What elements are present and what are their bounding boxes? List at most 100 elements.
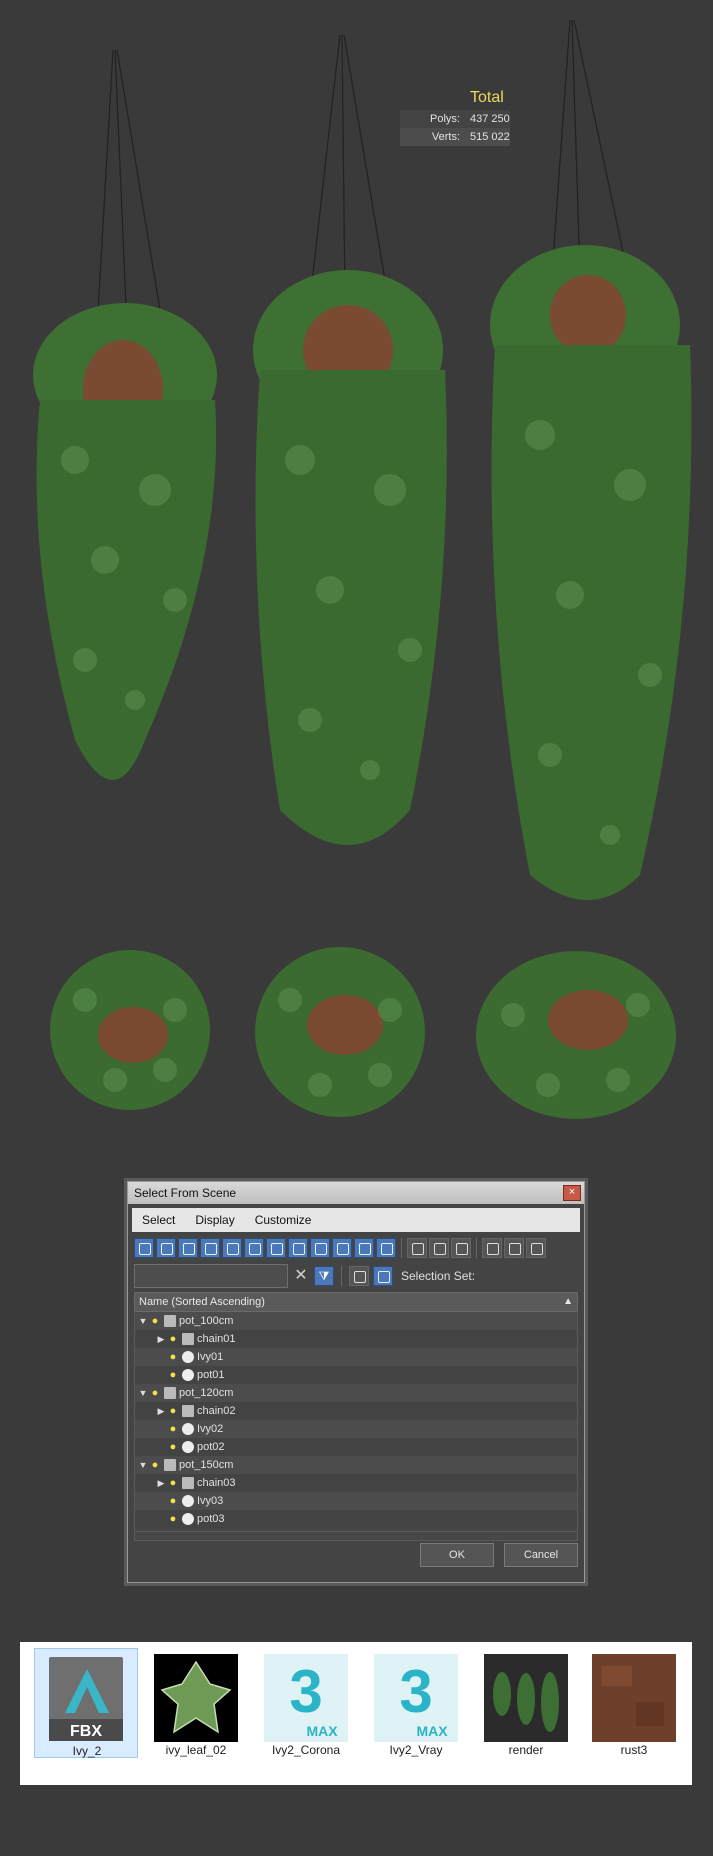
invert-display-icon[interactable] bbox=[451, 1238, 471, 1258]
display-geometry-icon[interactable] bbox=[134, 1238, 154, 1258]
group-icon bbox=[182, 1405, 194, 1417]
top-view-plant-150cm[interactable] bbox=[468, 945, 683, 1125]
clear-search-icon[interactable]: ✕ bbox=[292, 1266, 310, 1286]
menu-display[interactable]: Display bbox=[185, 1213, 244, 1227]
scene-object-list[interactable]: ▼ ● pot_100cm ▶ ● chain01 ● Ivy01 ● pot01 ▼ ● pot_12… bbox=[134, 1312, 578, 1541]
collapse-arrow-icon[interactable]: ▼ bbox=[137, 1388, 149, 1398]
list-item[interactable]: ▼ ● pot_100cm bbox=[135, 1312, 577, 1330]
ok-button[interactable]: OK bbox=[420, 1543, 494, 1567]
group-icon bbox=[182, 1333, 194, 1345]
display-hidden-icon[interactable] bbox=[376, 1238, 396, 1258]
select-from-scene-dialog: Select From Scene × Select Display Custo… bbox=[127, 1181, 585, 1583]
menu-select[interactable]: Select bbox=[132, 1213, 185, 1227]
visibility-bulb-icon[interactable]: ● bbox=[167, 1513, 179, 1525]
display-bones-icon[interactable] bbox=[310, 1238, 330, 1258]
search-input[interactable] bbox=[134, 1264, 288, 1288]
find-case-sensitive-icon[interactable]: ⧩ bbox=[314, 1266, 334, 1286]
file-item[interactable]: 3 MAX Ivy2_Vray bbox=[364, 1648, 468, 1758]
display-all-icon[interactable] bbox=[407, 1238, 427, 1258]
visibility-bulb-icon[interactable]: ● bbox=[167, 1441, 179, 1453]
dialog-footer: OK Cancel bbox=[134, 1531, 578, 1572]
list-item[interactable]: ▼ ● pot_120cm bbox=[135, 1384, 577, 1402]
sort-ascending-icon: ▲ bbox=[563, 1296, 573, 1307]
expand-arrow-icon[interactable]: ▶ bbox=[155, 1406, 167, 1417]
collapse-icon[interactable] bbox=[526, 1238, 546, 1258]
cancel-button[interactable]: Cancel bbox=[504, 1543, 578, 1567]
visibility-bulb-icon[interactable]: ● bbox=[167, 1351, 179, 1363]
object-name: pot01 bbox=[197, 1369, 225, 1381]
object-name: pot02 bbox=[197, 1441, 225, 1453]
menu-customize[interactable]: Customize bbox=[245, 1213, 322, 1227]
display-helpers-icon[interactable] bbox=[222, 1238, 242, 1258]
visibility-bulb-icon[interactable]: ● bbox=[167, 1405, 179, 1417]
close-button[interactable]: × bbox=[563, 1185, 581, 1201]
file-item[interactable]: FBX Ivy_2 bbox=[34, 1648, 138, 1758]
geometry-icon bbox=[182, 1369, 194, 1381]
list-item[interactable]: ▼ ● pot_150cm bbox=[135, 1456, 577, 1474]
visibility-bulb-icon[interactable]: ● bbox=[167, 1369, 179, 1381]
list-item[interactable]: ● Ivy03 bbox=[135, 1492, 577, 1510]
visibility-bulb-icon[interactable]: ● bbox=[149, 1459, 161, 1471]
filter-options-icon[interactable] bbox=[504, 1238, 524, 1258]
list-item[interactable]: ● pot02 bbox=[135, 1438, 577, 1456]
object-name: pot_120cm bbox=[179, 1387, 234, 1399]
list-item[interactable]: ● Ivy02 bbox=[135, 1420, 577, 1438]
display-lights-icon[interactable] bbox=[178, 1238, 198, 1258]
visibility-bulb-icon[interactable]: ● bbox=[149, 1387, 161, 1399]
display-containers-icon[interactable] bbox=[332, 1238, 352, 1258]
fbx-icon: FBX bbox=[45, 1655, 129, 1743]
visibility-bulb-icon[interactable]: ● bbox=[167, 1423, 179, 1435]
top-view-plant-100cm[interactable] bbox=[45, 940, 215, 1120]
file-item[interactable]: ivy_leaf_02 bbox=[144, 1648, 248, 1758]
collapse-arrow-icon[interactable]: ▼ bbox=[137, 1316, 149, 1326]
group-icon bbox=[164, 1459, 176, 1471]
dialog-titlebar[interactable]: Select From Scene × bbox=[128, 1182, 584, 1204]
file-item[interactable]: rust3 bbox=[582, 1648, 686, 1758]
visibility-bulb-icon[interactable]: ● bbox=[167, 1333, 179, 1345]
dialog-title: Select From Scene bbox=[134, 1186, 237, 1200]
list-item[interactable]: ▶ ● chain03 bbox=[135, 1474, 577, 1492]
display-cameras-icon[interactable] bbox=[200, 1238, 220, 1258]
geometry-icon bbox=[182, 1351, 194, 1363]
file-item[interactable]: 3 MAX Ivy2_Corona bbox=[254, 1648, 358, 1758]
viewport[interactable]: Total Polys: 437 250 Verts: 515 022 bbox=[0, 0, 713, 1130]
svg-text:MAX: MAX bbox=[306, 1723, 338, 1739]
hanging-plant-100cm[interactable] bbox=[15, 40, 245, 800]
list-item[interactable]: ● pot03 bbox=[135, 1510, 577, 1528]
file-name: rust3 bbox=[620, 1743, 648, 1757]
list-column-header[interactable]: Name (Sorted Ascending) ▲ bbox=[134, 1292, 578, 1312]
list-item[interactable]: ● pot01 bbox=[135, 1366, 577, 1384]
file-name: Ivy_2 bbox=[72, 1744, 102, 1758]
file-name: Ivy2_Corona bbox=[271, 1743, 341, 1757]
display-shapes-icon[interactable] bbox=[156, 1238, 176, 1258]
file-name: Ivy2_Vray bbox=[389, 1743, 443, 1757]
display-none-icon[interactable] bbox=[429, 1238, 449, 1258]
display-xrefs-icon[interactable] bbox=[288, 1238, 308, 1258]
layers-icon[interactable] bbox=[349, 1266, 369, 1286]
object-name: chain03 bbox=[197, 1477, 236, 1489]
display-spacewarps-icon[interactable] bbox=[244, 1238, 264, 1258]
hanging-plant-120cm[interactable] bbox=[240, 30, 480, 860]
geometry-icon bbox=[182, 1423, 194, 1435]
group-icon bbox=[182, 1477, 194, 1489]
svg-text:FBX: FBX bbox=[70, 1723, 102, 1740]
visibility-bulb-icon[interactable]: ● bbox=[167, 1495, 179, 1507]
hanging-plant-150cm[interactable] bbox=[480, 15, 705, 915]
file-item[interactable]: render bbox=[474, 1648, 578, 1758]
max-icon: 3 MAX bbox=[374, 1654, 458, 1742]
rust-texture-icon bbox=[592, 1654, 676, 1742]
hierarchy-icon[interactable] bbox=[373, 1266, 393, 1286]
collapse-arrow-icon[interactable]: ▼ bbox=[137, 1460, 149, 1470]
list-item[interactable]: ▶ ● chain02 bbox=[135, 1402, 577, 1420]
display-frozen-icon[interactable] bbox=[354, 1238, 374, 1258]
expand-arrow-icon[interactable]: ▶ bbox=[155, 1478, 167, 1489]
top-view-plant-120cm[interactable] bbox=[250, 940, 430, 1125]
visibility-bulb-icon[interactable]: ● bbox=[167, 1477, 179, 1489]
filter-icon[interactable] bbox=[482, 1238, 502, 1258]
expand-arrow-icon[interactable]: ▶ bbox=[155, 1334, 167, 1345]
list-item[interactable]: ● Ivy01 bbox=[135, 1348, 577, 1366]
list-item[interactable]: ▶ ● chain01 bbox=[135, 1330, 577, 1348]
display-groups-icon[interactable] bbox=[266, 1238, 286, 1258]
visibility-bulb-icon[interactable]: ● bbox=[149, 1315, 161, 1327]
toolbar-separator bbox=[341, 1266, 342, 1286]
